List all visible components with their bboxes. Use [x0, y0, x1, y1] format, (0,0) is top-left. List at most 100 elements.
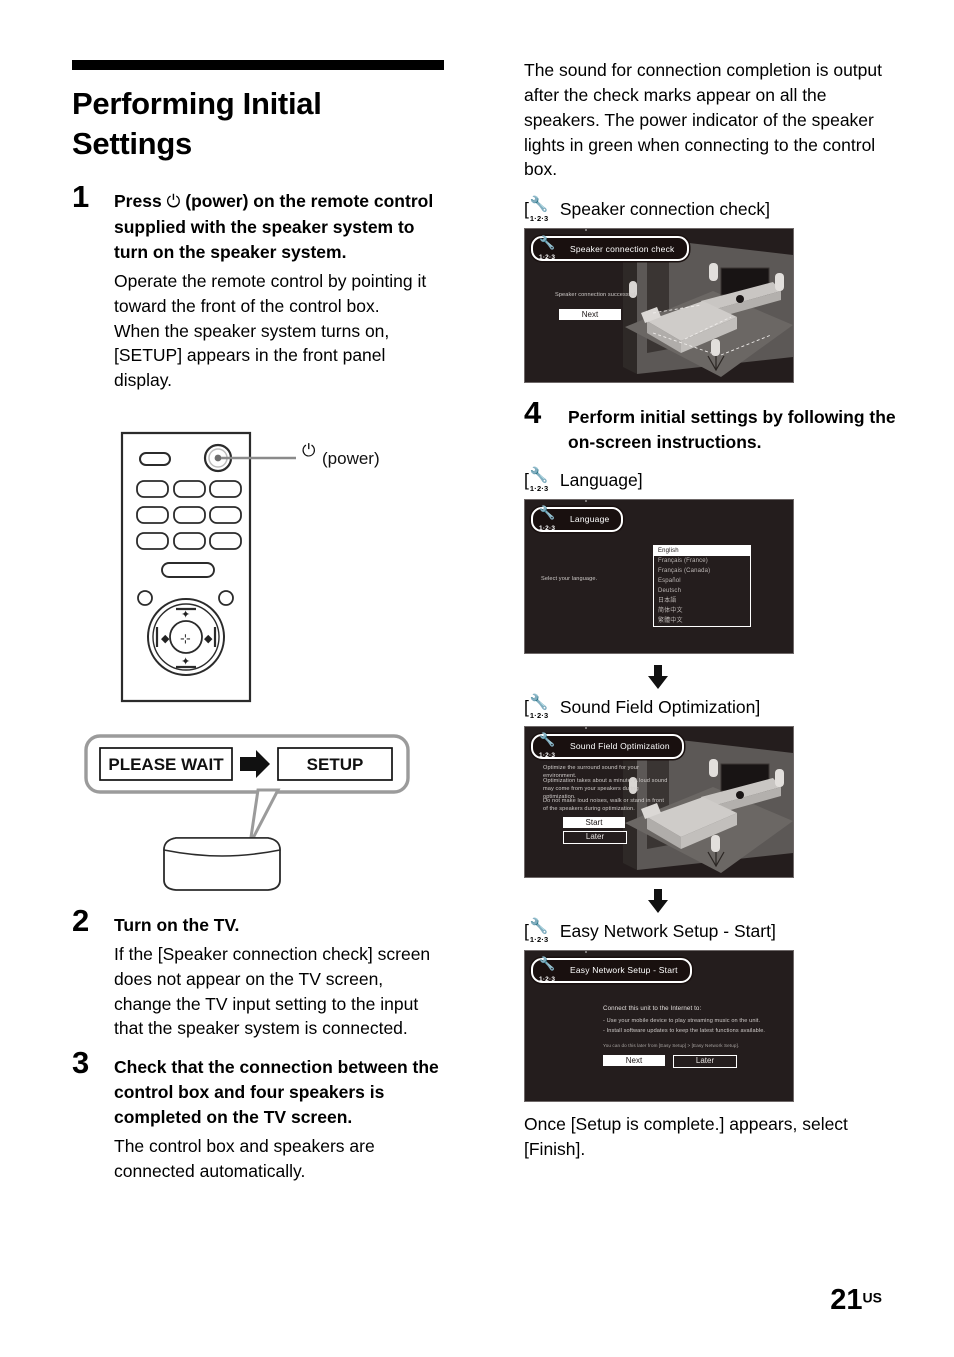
svg-text:◆: ◆: [204, 632, 213, 645]
start-button[interactable]: Start: [563, 816, 625, 828]
tv-screen-speaker-connection-check: 🔧 1·2·3 Speaker connection check Speaker…: [524, 228, 794, 384]
step-2-body: If the [Speaker connection check] screen…: [114, 943, 431, 1039]
step-1-number: 1: [72, 179, 90, 215]
screen-line-4: You can do this later from [Easy Setup] …: [603, 1042, 740, 1048]
bracket-close: ]: [755, 696, 761, 717]
bracket-close: ]: [765, 199, 771, 220]
wrench-glyph: 🔧: [539, 957, 556, 973]
screen-message: Speaker connection successful.: [555, 292, 637, 299]
callout-leader: [585, 950, 587, 953]
closing-instruction: Once [Setup is complete.] appears, selec…: [524, 1113, 848, 1159]
wrench-step-numbers: 1·2·3: [539, 751, 556, 759]
step-2-number: 2: [72, 903, 90, 939]
title-rule: [72, 60, 444, 70]
screen-message: Select your language.: [541, 575, 598, 582]
power-icon: ⏻: [166, 192, 181, 213]
step-3-heading: Check that the connection between the co…: [114, 1057, 439, 1127]
language-option[interactable]: Français (Canada): [654, 566, 750, 576]
svg-text:⏻: ⏻: [302, 441, 316, 461]
step-1-heading: Press ⏻ (power) on the remote control su…: [114, 189, 444, 265]
step-1-heading-pre: Press: [114, 191, 167, 212]
page-folio: 21US: [830, 1286, 882, 1315]
wrench-glyph: 🔧: [529, 916, 549, 935]
screen-title: Language: [570, 514, 610, 525]
screen-line-3: - Install software updates to keep the l…: [603, 1027, 766, 1034]
wrench-glyph: 🔧: [539, 506, 556, 522]
page-title: Performing Initial Settings: [72, 86, 322, 161]
bracket-open: [: [524, 696, 529, 717]
manual-page: Performing Initial Settings 1 Press ⏻ (p…: [0, 0, 954, 1357]
wrench-1-2-3-icon: 🔧 1·2·3: [539, 506, 565, 532]
callout-leader: [585, 726, 587, 729]
wrench-glyph: 🔧: [529, 195, 549, 214]
caption-text: Easy Network Setup - Start: [559, 920, 771, 941]
language-option[interactable]: Deutsch: [654, 586, 750, 596]
step-3: 3 Check that the connection between the …: [72, 1047, 444, 1183]
bracket-open: [: [524, 469, 529, 490]
bracket-open: [: [524, 199, 529, 220]
speaker-connection-intro: The sound for connection completion is o…: [524, 60, 882, 180]
step-4-heading: Perform initial settings by following th…: [568, 407, 896, 453]
step-2-heading: Turn on the TV.: [114, 915, 240, 936]
wrench-step-numbers: 1·2·3: [539, 524, 556, 532]
page-number-suffix: US: [862, 1289, 882, 1306]
svg-text:◆: ◆: [161, 632, 170, 645]
language-option[interactable]: 简体中文: [654, 606, 750, 616]
remote-control-illustration: ⏻ (power) ⊹ ✦ ✦ ◆ ◆: [100, 411, 444, 716]
wrench-glyph: 🔧: [539, 733, 556, 749]
language-list[interactable]: English Français (France) Français (Cana…: [653, 544, 751, 627]
screen-title: Speaker connection check: [570, 243, 675, 254]
later-button[interactable]: Later: [563, 830, 627, 844]
language-option[interactable]: Español: [654, 576, 750, 586]
wrench-1-2-3-icon: 🔧 1·2·3: [539, 733, 565, 759]
language-option[interactable]: 日本語: [654, 596, 750, 606]
wrench-step-numbers: 1·2·3: [539, 254, 556, 262]
next-button[interactable]: Next: [559, 309, 621, 321]
screen-title: Sound Field Optimization: [570, 741, 670, 752]
svg-text:(power): (power): [322, 449, 380, 468]
tv-screen-easy-network-setup: 🔧 1·2·3 Easy Network Setup - Start Conne…: [524, 949, 794, 1102]
wrench-step-numbers: 1·2·3: [539, 975, 556, 983]
wrench-glyph: 🔧: [539, 235, 556, 251]
wrench-step-numbers: 1·2·3: [529, 213, 549, 223]
callout-leader: [585, 499, 587, 502]
bracket-open: [: [524, 920, 529, 941]
svg-text:⊹: ⊹: [180, 632, 191, 647]
screen-line-2: - Use your mobile device to play streami…: [603, 1017, 761, 1024]
screen-titlebar: 🔧 1·2·3 Sound Field Optimization: [531, 733, 684, 759]
wrench-1-2-3-icon: 🔧 1·2·3: [530, 467, 556, 492]
right-column: The sound for connection completion is o…: [524, 58, 896, 1178]
language-option[interactable]: Français (France): [654, 556, 750, 566]
language-option[interactable]: 繁體中文: [654, 616, 750, 626]
screen-line-3: Do not make loud noises, walk or stand i…: [543, 797, 664, 813]
later-button[interactable]: Later: [673, 1054, 737, 1068]
caption-text: Language: [559, 469, 638, 490]
flow-arrow-down: [524, 888, 792, 914]
screen-titlebar: 🔧 1·2·3 Easy Network Setup - Start: [531, 957, 692, 983]
next-button[interactable]: Next: [603, 1054, 665, 1066]
wrench-1-2-3-icon: 🔧 1·2·3: [529, 692, 556, 719]
front-panel-state-1: PLEASE WAIT: [108, 755, 224, 774]
wrench-1-2-3-icon: 🔧 1·2·3: [529, 916, 556, 945]
caption-speaker-connection-check: [ 🔧 1·2·3 Speaker connection check ]: [524, 195, 896, 223]
step-1: 1 Press ⏻ (power) on the remote control …: [72, 181, 444, 393]
wrench-1-2-3-icon: 🔧 1·2·3: [529, 195, 556, 223]
step-4: 4 Perform initial settings by following …: [524, 397, 896, 455]
step-4-number: 4: [524, 395, 542, 431]
language-option[interactable]: English: [654, 545, 750, 556]
front-panel-display-diagram: PLEASE WAIT SETUP: [82, 732, 444, 907]
wrench-step-numbers: 1·2·3: [529, 935, 549, 945]
screen-titlebar: 🔧 1·2·3 Speaker connection check: [531, 235, 689, 262]
caption-sound-field-optimization: [ 🔧 1·2·3 Sound Field Optimization ]: [524, 692, 896, 719]
tv-screen-sound-field-optimization: 🔧 1·2·3 Sound Field Optimization Optimiz…: [524, 725, 794, 878]
screen-titlebar: 🔧 1·2·3 Language: [531, 506, 624, 532]
caption-language: [ 🔧 1·2·3 Language ]: [524, 467, 896, 492]
wrench-1-2-3-icon: 🔧 1·2·3: [539, 957, 565, 983]
page-number: 21: [830, 1284, 863, 1316]
tv-screen-language: 🔧 1·2·3 Language Select your language. E…: [524, 498, 794, 654]
step-1-body: Operate the remote control by pointing i…: [114, 270, 427, 391]
wrench-1-2-3-icon: 🔧 1·2·3: [539, 235, 565, 262]
step-3-number: 3: [72, 1045, 90, 1081]
step-2: 2 Turn on the TV. If the [Speaker connec…: [72, 905, 444, 1041]
wrench-glyph: 🔧: [529, 692, 549, 711]
